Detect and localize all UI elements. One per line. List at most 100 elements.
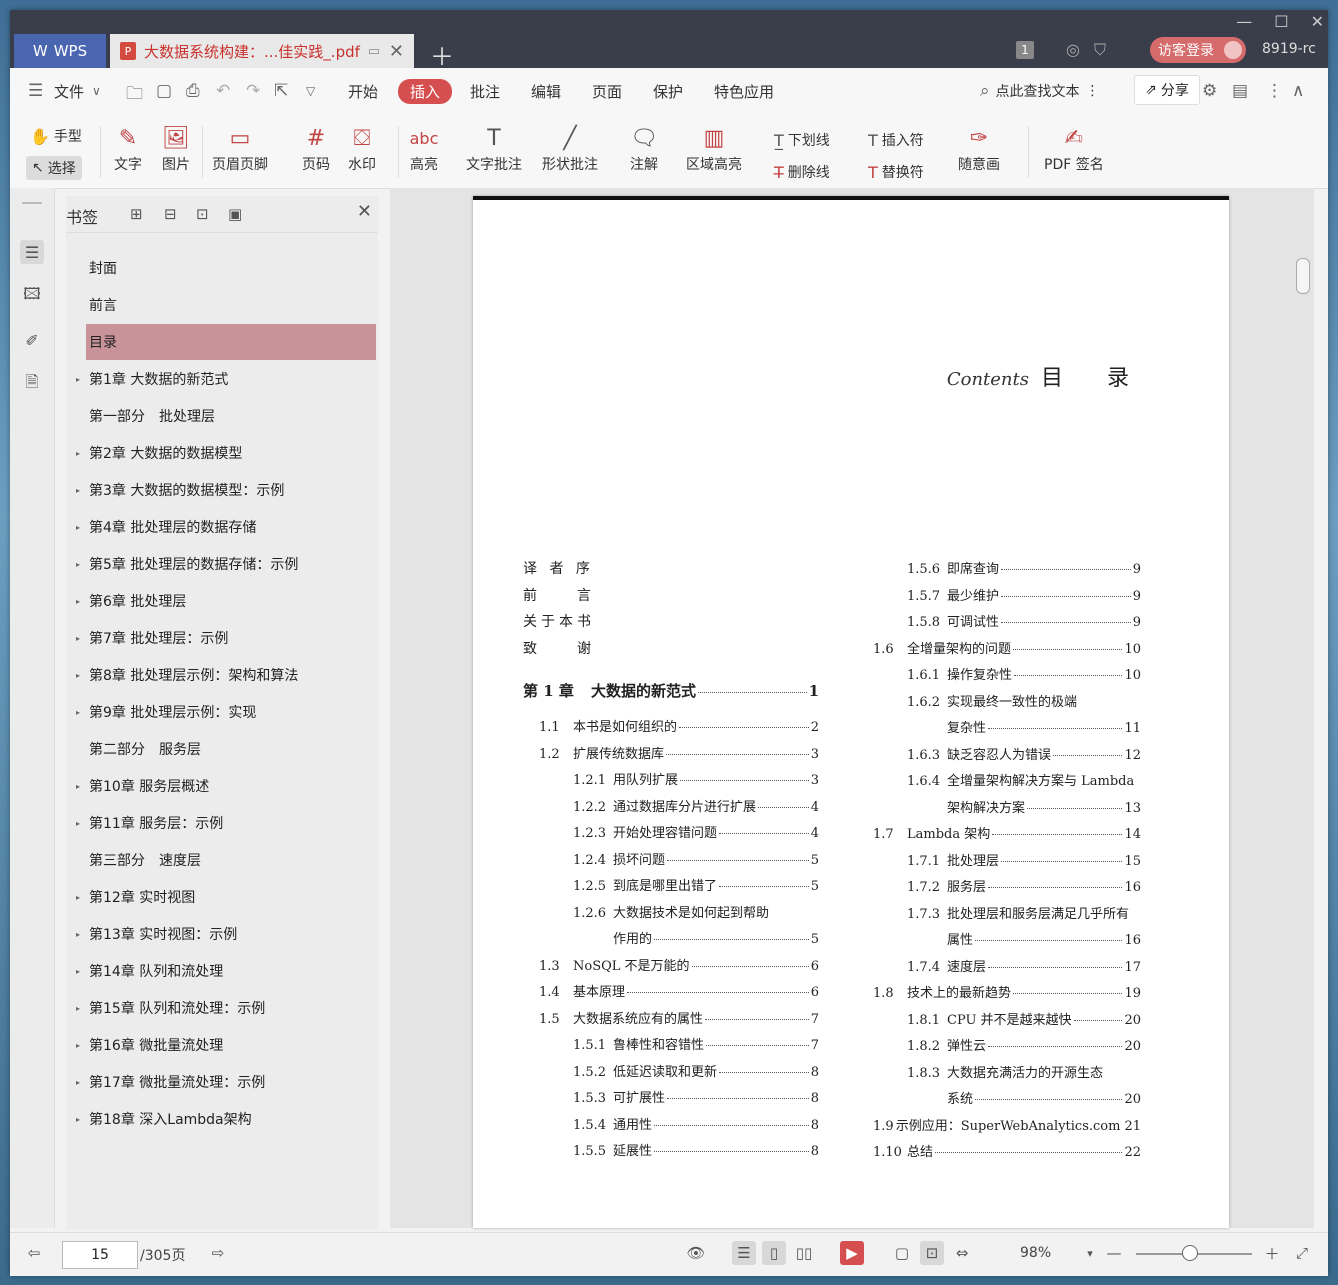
settings-gear-icon[interactable]: ⚙ (1202, 81, 1217, 101)
insert-char-button[interactable]: T 插入符 (868, 130, 924, 150)
expand-triangle-icon[interactable]: ▸ (76, 1004, 80, 1013)
bookmark-item[interactable]: ▸ 第9章 批处理层示例：实现 (76, 694, 376, 730)
insert-image-button[interactable]: 🖼 图片 (160, 122, 192, 174)
remove-bookmark-icon[interactable]: ⊟ (164, 205, 177, 223)
bookmark-item[interactable]: ▸ 第11章 服务层：示例 (76, 805, 376, 841)
insert-text-button[interactable]: ✎ 文字 (112, 122, 144, 174)
file-menu[interactable]: 文件 (54, 81, 84, 102)
bookmark-item[interactable]: ▸ 第7章 批处理层：示例 (76, 620, 376, 656)
menu-start[interactable]: 开始 (348, 81, 378, 102)
minimize-icon[interactable]: — (1236, 12, 1252, 31)
bookmark-item[interactable]: 第三部分 速度层 (86, 842, 376, 878)
expand-triangle-icon[interactable]: ▸ (76, 597, 80, 606)
expand-triangle-icon[interactable]: ▸ (76, 930, 80, 939)
wps-home-tab[interactable]: W WPS (14, 34, 106, 68)
fullscreen-icon[interactable]: ⤢ (1290, 1241, 1314, 1265)
hand-tool-button[interactable]: ✋ 手型 (30, 126, 82, 146)
expand-triangle-icon[interactable]: ▸ (76, 819, 80, 828)
eye-protection-icon[interactable]: 👁 (684, 1241, 708, 1265)
pdf-sign-button[interactable]: ✍ PDF 签名 (1044, 122, 1104, 174)
expand-triangle-icon[interactable]: ▸ (76, 634, 80, 643)
bookmark-item[interactable]: ▸ 第13章 实时视图：示例 (76, 916, 376, 952)
bookmark-item[interactable]: ▸ 第14章 队列和流处理 (76, 953, 376, 989)
bookmark-item[interactable]: 第二部分 服务层 (86, 731, 376, 767)
bookmark-item[interactable]: ▸ 第16章 微批量流处理 (76, 1027, 376, 1063)
hamburger-menu-icon[interactable]: ☰ (28, 81, 43, 101)
shirt-icon[interactable]: ⛉ (1094, 40, 1106, 60)
bookmark-item[interactable]: ▸ 第17章 微批量流处理：示例 (76, 1064, 376, 1100)
expand-triangle-icon[interactable]: ▸ (76, 893, 80, 902)
bookmark-item[interactable]: ▸ 第3章 大数据的数据模型：示例 (76, 472, 376, 508)
expand-triangle-icon[interactable]: ▸ (76, 1041, 80, 1050)
open-folder-icon[interactable]: 🗀 (126, 81, 143, 110)
expand-triangle-icon[interactable]: ▸ (76, 560, 80, 569)
zoom-in-icon[interactable]: ＋ (1260, 1241, 1284, 1265)
fit-page-icon[interactable]: ⊡ (920, 1241, 944, 1265)
redo-icon[interactable]: ↷ (246, 81, 260, 101)
comment-panel-icon[interactable]: ▤ (1232, 81, 1248, 101)
expand-triangle-icon[interactable]: ▸ (76, 375, 80, 384)
bookmark-item[interactable]: ▸ 第6章 批处理层 (76, 583, 376, 619)
strikethrough-button[interactable]: T̶ 删除线 (774, 162, 830, 182)
bookmark-item[interactable]: ▸ 第15章 队列和流处理：示例 (76, 990, 376, 1026)
expand-triangle-icon[interactable]: ▸ (76, 486, 80, 495)
share-button[interactable]: ⇗ 分享 (1134, 75, 1200, 105)
bookmark-item[interactable]: ▸ 第18章 深入Lambda架构 (76, 1101, 376, 1137)
page-number-input[interactable]: 15 (62, 1241, 138, 1269)
thumbnail-icon[interactable]: 🖾 (20, 284, 44, 308)
zoom-slider-knob[interactable] (1182, 1245, 1198, 1261)
annotation-icon[interactable]: ✐ (20, 328, 44, 352)
bookmark-list-icon[interactable]: ☰ (20, 240, 44, 264)
skin-icon[interactable]: ◎ (1066, 40, 1080, 60)
highlight-button[interactable]: abc 高亮 (408, 122, 440, 174)
chevron-down-icon[interactable]: ∨ (92, 84, 101, 98)
text-comment-button[interactable]: T 文字批注 (466, 122, 522, 174)
expand-triangle-icon[interactable]: ▸ (76, 782, 80, 791)
quick-access-more-icon[interactable]: ▽ (306, 84, 315, 98)
close-tab-icon[interactable]: ✕ (389, 41, 404, 62)
expand-triangle-icon[interactable]: ▸ (76, 671, 80, 680)
menu-edit[interactable]: 编辑 (531, 81, 561, 102)
bookmark-item[interactable]: 前言 (86, 287, 376, 323)
menu-insert[interactable]: 插入 (398, 79, 453, 104)
print-icon[interactable]: ⎙ (186, 81, 200, 101)
two-page-icon[interactable]: ▯▯ (792, 1241, 816, 1265)
close-window-icon[interactable]: ✕ (1311, 12, 1324, 31)
zoom-out-icon[interactable]: — (1102, 1241, 1126, 1265)
zoom-level[interactable]: 98% (1020, 1245, 1051, 1261)
page-number-button[interactable]: # 页码 (300, 122, 332, 174)
export-icon[interactable]: ⇱ (274, 81, 288, 101)
bookmark-settings-icon[interactable]: ▣ (228, 205, 242, 223)
note-button[interactable]: 🗨 注解 (628, 122, 660, 174)
single-page-icon[interactable]: ▯ (762, 1241, 786, 1265)
bookmark-item[interactable]: 封面 (86, 250, 376, 286)
continuous-view-icon[interactable]: ☰ (732, 1241, 756, 1265)
bookmark-item[interactable]: ▸ 第12章 实时视图 (76, 879, 376, 915)
expand-triangle-icon[interactable]: ▸ (76, 708, 80, 717)
document-tab[interactable]: P 大数据系统构建：...佳实践_.pdf ▭ ✕ (110, 34, 414, 68)
vertical-scrollbar-thumb[interactable] (1296, 258, 1310, 294)
fit-width-icon[interactable]: ⇔ (950, 1241, 974, 1265)
menu-special[interactable]: 特色应用 (714, 81, 774, 102)
expand-triangle-icon[interactable]: ▸ (76, 1115, 80, 1124)
menu-protect[interactable]: 保护 (653, 81, 683, 102)
header-footer-button[interactable]: ▭ 页眉页脚 (212, 122, 268, 174)
bookmark-item[interactable]: ▸ 第8章 批处理层示例：架构和算法 (76, 657, 376, 693)
watermark-button[interactable]: ⛋ 水印 (346, 122, 378, 174)
new-tab-button[interactable]: ＋ (430, 37, 454, 72)
expand-triangle-icon[interactable]: ▸ (76, 449, 80, 458)
menu-page[interactable]: 页面 (592, 81, 622, 102)
freehand-draw-button[interactable]: ✑ 随意画 (958, 122, 1000, 174)
more-options-icon[interactable]: ⋮ (1266, 81, 1283, 101)
bookmark-item[interactable]: ▸ 第1章 大数据的新范式 (76, 361, 376, 397)
collapse-ribbon-icon[interactable]: ∧ (1292, 81, 1304, 101)
actual-size-icon[interactable]: ▢ (890, 1241, 914, 1265)
more-vertical-icon[interactable]: ⋮ (1086, 83, 1100, 99)
select-tool-button[interactable]: ↖ 选择 (26, 156, 82, 180)
tab-pin-icon[interactable]: ▭ (368, 44, 380, 59)
expand-all-icon[interactable]: ⊡ (196, 205, 209, 223)
area-highlight-button[interactable]: ▥ 区域高亮 (686, 122, 742, 174)
shape-comment-button[interactable]: ╱ 形状批注 (542, 122, 598, 174)
previous-page-icon[interactable]: ⇦ (22, 1241, 46, 1265)
expand-triangle-icon[interactable]: ▸ (76, 523, 80, 532)
